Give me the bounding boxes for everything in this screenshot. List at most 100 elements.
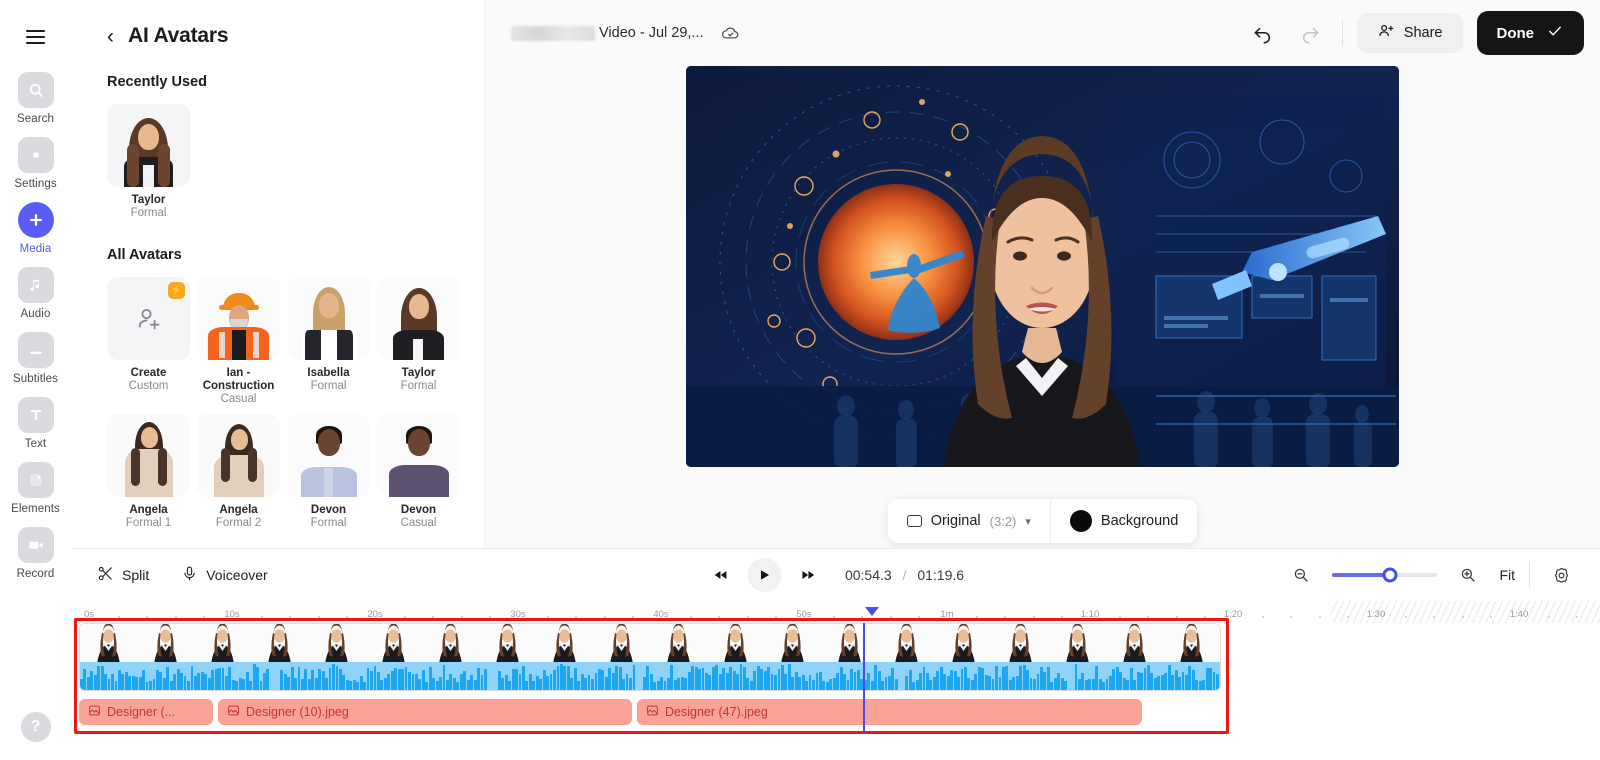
aspect-ratio-selector[interactable]: Original (3:2) ▾: [888, 499, 1050, 543]
redo-arrow-icon[interactable]: [1294, 16, 1328, 50]
zoom-slider-handle[interactable]: [1382, 567, 1398, 583]
waveform-bar: [297, 666, 301, 690]
zoom-in-icon[interactable]: [1451, 558, 1485, 592]
image-clip[interactable]: Designer (47).jpeg: [637, 699, 1142, 725]
waveform-bar: [228, 666, 232, 690]
waveform-bar: [100, 665, 104, 690]
rewind-icon[interactable]: [707, 562, 733, 588]
avatar-thumbnail[interactable]: [377, 277, 460, 361]
avatar-card[interactable]: Taylor Formal: [107, 104, 190, 221]
avatar-thumbnail[interactable]: [287, 414, 370, 498]
voiceover-label: Voiceover: [206, 567, 268, 583]
video-clip-track[interactable]: [79, 623, 1221, 691]
waveform-bar: [1015, 676, 1019, 690]
undo-arrow-icon[interactable]: [1246, 16, 1280, 50]
image-clip[interactable]: Designer (...: [79, 699, 213, 725]
hamburger-menu-button[interactable]: [19, 20, 53, 54]
avatar-card-create-custom[interactable]: ⚡ Create Custom: [107, 277, 190, 407]
sidebar-item-record[interactable]: Record: [6, 527, 66, 580]
background-color-swatch: [1069, 510, 1092, 532]
playhead-triangle[interactable]: [865, 607, 879, 616]
waveform-bar: [1126, 679, 1130, 690]
sidebar-item-audio[interactable]: Audio: [6, 267, 66, 320]
waveform-bar: [729, 667, 733, 690]
waveform-bar: [1109, 675, 1112, 690]
waveform-bar: [715, 665, 719, 690]
waveform-bar: [528, 674, 532, 690]
play-button[interactable]: [746, 558, 781, 592]
recently-used-heading: Recently Used: [107, 74, 207, 90]
waveform-bar: [843, 674, 846, 690]
waveform-bar: [1084, 680, 1088, 690]
avatar-card[interactable]: Taylor Formal: [377, 277, 460, 407]
avatar-thumbnail[interactable]: [107, 414, 190, 498]
gear-icon[interactable]: [1544, 558, 1578, 592]
waveform-bar: [332, 664, 335, 690]
waveform-bar: [176, 669, 180, 690]
waveform-bar: [390, 671, 394, 690]
avatar-portrait: [107, 414, 190, 498]
split-button[interactable]: Split: [97, 565, 149, 585]
waveform-bar: [553, 670, 556, 690]
waveform-bar: [1153, 678, 1157, 690]
avatar-card[interactable]: Devon Casual: [377, 414, 460, 531]
waveform-bar: [791, 677, 795, 690]
avatar-card[interactable]: Ian - Construction Casual: [197, 277, 280, 407]
waveform-bar: [1012, 677, 1016, 690]
waveform-bar: [366, 667, 370, 690]
avatar-thumbnail[interactable]: [197, 414, 280, 498]
waveform-bar: [687, 671, 691, 690]
avatar-thumbnail[interactable]: [377, 414, 460, 498]
voiceover-button[interactable]: Voiceover: [181, 565, 268, 585]
sidebar-item-media[interactable]: Media: [6, 202, 66, 255]
avatar-card[interactable]: Angela Formal 1: [107, 414, 190, 531]
waveform-bar: [525, 681, 529, 690]
avatar-name: Devon: [400, 504, 437, 517]
avatar-portrait: [197, 277, 280, 361]
background-label: Background: [1100, 513, 1179, 529]
zoom-out-icon[interactable]: [1284, 558, 1318, 592]
sidebar-item-search[interactable]: Search: [6, 72, 66, 125]
waveform-bar: [732, 671, 736, 690]
zoom-slider[interactable]: [1332, 567, 1438, 583]
avatar-portrait: [287, 414, 370, 498]
done-button[interactable]: Done: [1476, 11, 1584, 55]
waveform-bar: [121, 674, 125, 690]
help-button[interactable]: ?: [20, 712, 51, 742]
fast-forward-icon[interactable]: [795, 562, 821, 588]
playhead-line[interactable]: [863, 623, 865, 733]
clip-thumbnail: [536, 624, 593, 664]
fit-button[interactable]: Fit: [1499, 567, 1515, 583]
recently-used-list: Taylor Formal: [71, 90, 484, 221]
clip-thumbnail: [308, 624, 365, 664]
waveform-bar: [307, 678, 311, 690]
image-clip[interactable]: Designer (10).jpeg: [218, 699, 632, 725]
chevron-left-icon[interactable]: ‹: [107, 26, 114, 47]
waveform-bar: [594, 672, 598, 690]
create-custom-thumbnail[interactable]: ⚡: [107, 277, 190, 361]
sidebar-item-settings[interactable]: Settings: [6, 137, 66, 190]
image-clip-label: Designer (47).jpeg: [665, 705, 768, 719]
avatar-thumbnail[interactable]: [197, 277, 280, 361]
sidebar-item-elements[interactable]: Elements: [6, 462, 66, 515]
avatar-card[interactable]: Devon Formal: [287, 414, 370, 531]
background-button[interactable]: Background: [1051, 499, 1197, 543]
waveform-bar: [667, 678, 670, 690]
avatar-style: Casual: [400, 517, 437, 530]
help-icon: ?: [30, 718, 41, 735]
waveform-bar: [1026, 669, 1030, 690]
waveform-bar: [798, 677, 802, 690]
avatar-thumbnail[interactable]: [287, 277, 370, 361]
waveform-bar: [435, 681, 439, 690]
waveform-bar: [1188, 665, 1192, 690]
waveform-bar: [318, 668, 322, 690]
sidebar-label: Search: [16, 113, 55, 125]
sidebar-item-text[interactable]: Text: [6, 397, 66, 450]
share-button[interactable]: Share: [1356, 13, 1463, 53]
avatar-card[interactable]: Isabella Formal: [287, 277, 370, 407]
avatar-card[interactable]: Angela Formal 2: [197, 414, 280, 531]
sidebar-item-subtitles[interactable]: Subtitles: [6, 332, 66, 385]
video-preview[interactable]: [686, 66, 1399, 467]
waveform-bar: [1171, 674, 1175, 690]
avatar-thumbnail[interactable]: [107, 104, 190, 187]
